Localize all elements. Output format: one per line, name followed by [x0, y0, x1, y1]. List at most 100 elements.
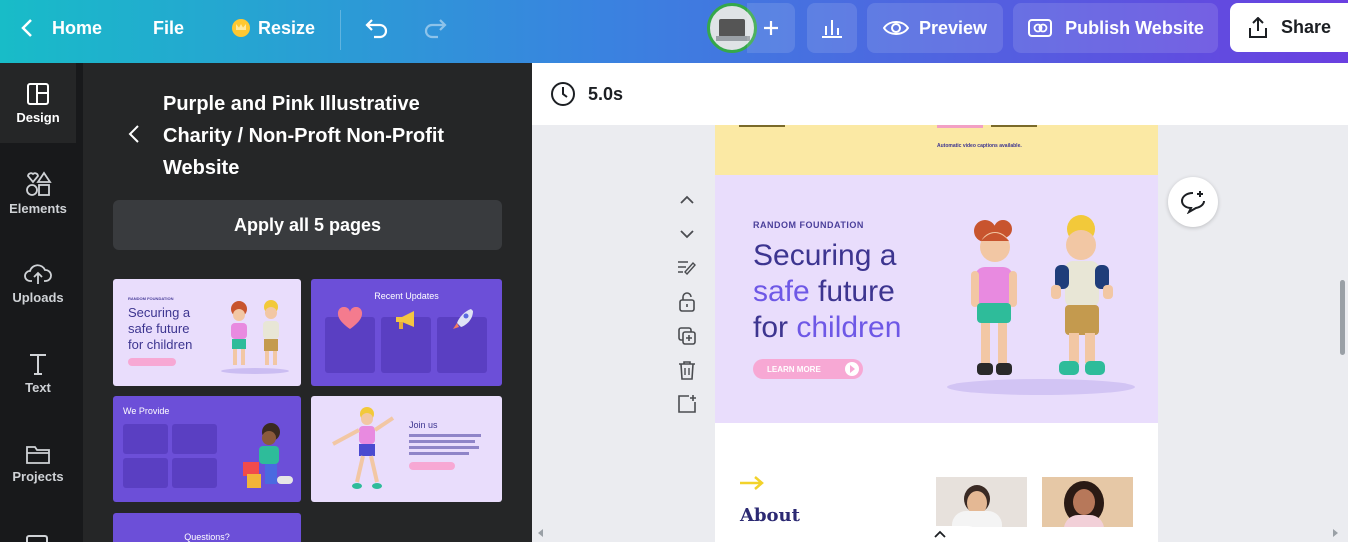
thumb-title: Join us	[409, 420, 438, 430]
team-photo-1	[936, 477, 1027, 527]
clock-icon	[551, 82, 575, 106]
vertical-scrollbar[interactable]	[1340, 280, 1345, 355]
rail-item-elements[interactable]: Elements	[0, 153, 76, 233]
template-page-thumbnail-3[interactable]: We Provide	[113, 396, 301, 502]
share-button[interactable]: Share	[1230, 3, 1348, 52]
strip-caption: Automatic video captions available.	[937, 143, 1022, 149]
thumb-title: Recent Updates	[374, 291, 439, 301]
learn-more-button[interactable]: LEARN MORE	[753, 359, 863, 379]
chevron-left-icon	[128, 125, 139, 143]
delete-page-button[interactable]	[674, 353, 700, 387]
comment-add-icon	[1180, 191, 1205, 214]
crown-icon	[232, 19, 250, 37]
add-page-icon	[678, 395, 696, 413]
preview-button[interactable]: Preview	[867, 3, 1003, 53]
children-illustration	[221, 300, 289, 374]
show-pages-button[interactable]	[902, 526, 978, 542]
thumb-title-line: for children	[128, 337, 193, 352]
thumb-button	[409, 462, 455, 470]
strip-line	[937, 125, 983, 128]
rail-item-uploads[interactable]: Uploads	[0, 243, 76, 323]
rail-label: Elements	[9, 200, 67, 216]
top-toolbar: Home File Resize Preview Publish Website…	[0, 0, 1348, 63]
rail-item-text[interactable]: Text	[0, 333, 76, 413]
rail-item-projects[interactable]: Projects	[0, 423, 76, 503]
back-button[interactable]	[127, 123, 147, 147]
thumb-body-line	[409, 446, 479, 449]
preview-label: Preview	[918, 17, 988, 38]
scroll-right-icon[interactable]	[1332, 529, 1338, 537]
website-page[interactable]: Automatic video captions available. RAND…	[715, 125, 1158, 542]
add-comment-button[interactable]	[1168, 177, 1218, 227]
publish-website-button[interactable]: Publish Website	[1013, 3, 1218, 53]
resize-button[interactable]: Resize	[232, 0, 315, 56]
duplicate-page-button[interactable]	[674, 319, 700, 353]
avatar-screen	[719, 19, 745, 37]
thumb-eyebrow: RANDOM FOUNDATION	[128, 296, 174, 301]
layout-icon	[27, 82, 49, 105]
arrow-right-icon	[740, 476, 764, 490]
lock-page-button[interactable]	[674, 285, 700, 319]
unlock-icon	[679, 292, 695, 312]
apply-all-pages-button[interactable]: Apply all 5 pages	[113, 200, 502, 250]
insights-button[interactable]	[807, 3, 857, 53]
apps-icon[interactable]	[26, 535, 48, 542]
provide-card	[123, 424, 168, 454]
redo-button[interactable]	[422, 0, 448, 56]
template-page-thumbnail-4[interactable]: Join us	[311, 396, 502, 502]
rail-item-design[interactable]: Design	[0, 63, 76, 143]
eye-icon	[882, 21, 909, 35]
rail-label: Text	[25, 379, 51, 395]
page-tools	[674, 183, 700, 421]
resize-label: Resize	[258, 17, 316, 38]
template-title: Purple and Pink Illustrative Charity / N…	[163, 93, 445, 179]
previous-section-strip: Automatic video captions available.	[715, 125, 1158, 175]
child-with-blocks-illustration	[243, 423, 293, 488]
page-duration[interactable]: 5.0s	[550, 81, 623, 107]
undo-icon	[365, 19, 388, 39]
template-page-thumbnail-5[interactable]: Questions?	[113, 513, 301, 542]
text-icon	[30, 353, 46, 375]
horizontal-scrollbar[interactable]	[532, 525, 1348, 542]
undo-button[interactable]	[364, 0, 390, 56]
rail-label: Design	[16, 109, 60, 125]
move-page-up-button[interactable]	[674, 183, 700, 217]
add-page-button[interactable]	[674, 387, 700, 421]
hero-title-line: for children	[753, 310, 901, 346]
thumb-button	[128, 358, 176, 366]
home-button[interactable]: Home	[20, 0, 102, 56]
file-menu-button[interactable]: File	[153, 0, 184, 56]
chevron-up-icon	[680, 195, 694, 204]
design-canvas: Automatic video captions available. RAND…	[532, 125, 1348, 542]
invite-button[interactable]	[747, 3, 795, 53]
thumb-title-line: safe future	[128, 321, 190, 336]
add-notes-button[interactable]	[674, 251, 700, 285]
strip-line	[739, 125, 785, 127]
learn-more-label: LEARN MORE	[767, 364, 821, 374]
share-label: Share	[1280, 17, 1332, 37]
megaphone-icon	[396, 311, 414, 329]
children-illustration	[947, 215, 1135, 395]
template-page-thumbnail-2[interactable]: Recent Updates	[311, 279, 502, 386]
upload-share-icon	[1248, 16, 1267, 38]
provide-card	[172, 424, 217, 454]
hero-text: future	[809, 275, 895, 308]
chevron-left-icon	[21, 19, 32, 37]
duplicate-icon	[678, 327, 696, 345]
provide-card	[172, 458, 217, 488]
template-page-thumbnail-1[interactable]: RANDOM FOUNDATION Securing a safe future…	[113, 279, 301, 386]
thumb-title: Securing a safe future for children	[128, 305, 192, 353]
team-photo-2	[1042, 477, 1133, 527]
scroll-left-icon[interactable]	[538, 529, 544, 537]
move-page-down-button[interactable]	[674, 217, 700, 251]
publish-label: Publish Website	[1065, 17, 1204, 38]
hero-text: for	[753, 311, 797, 344]
cloud-upload-icon	[24, 263, 52, 284]
hero-eyebrow: RANDOM FOUNDATION	[753, 220, 864, 230]
heart-icon	[337, 307, 363, 329]
jumping-child-illustration	[332, 407, 395, 489]
trash-icon	[679, 361, 695, 380]
hero-section[interactable]: RANDOM FOUNDATION Securing a safe future…	[715, 175, 1158, 423]
edit-notes-icon	[678, 261, 696, 276]
shapes-icon	[26, 170, 52, 196]
